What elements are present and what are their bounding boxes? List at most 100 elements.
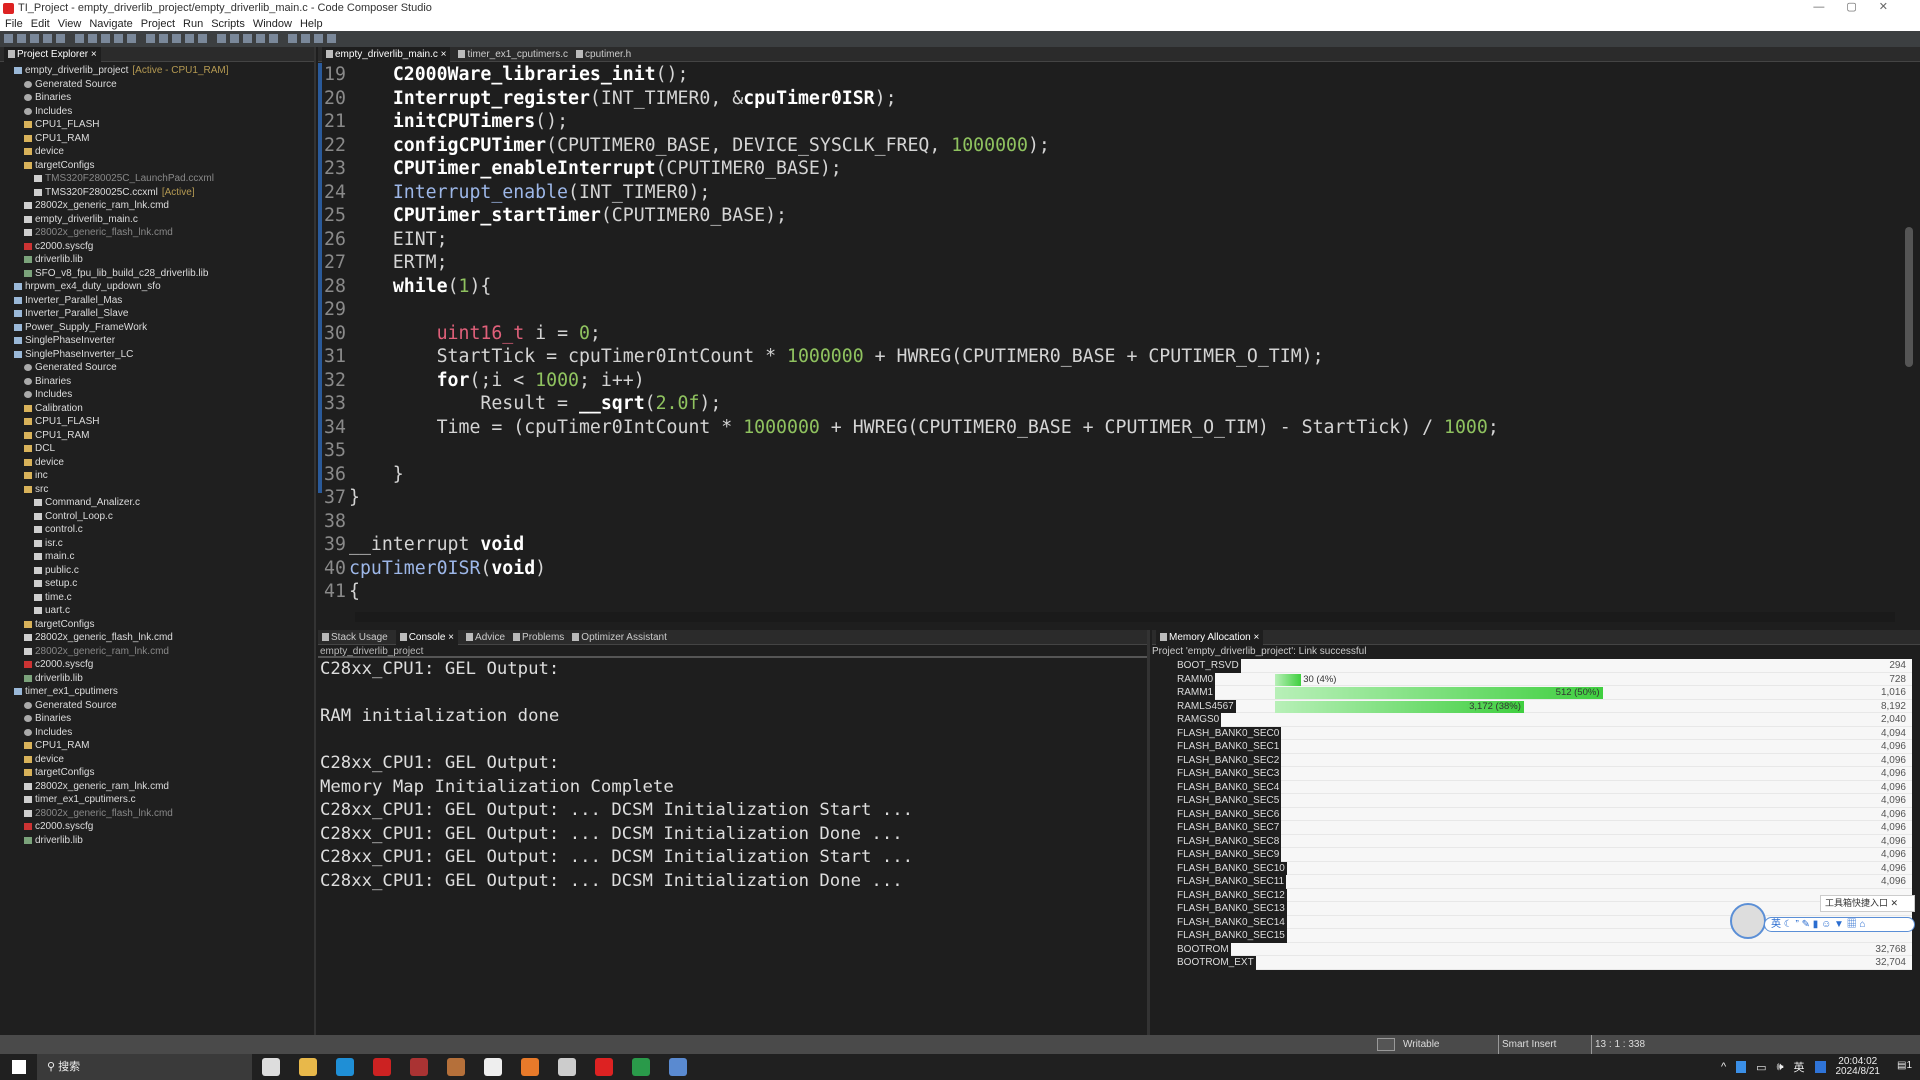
memory-row[interactable]: FLASH_BANK0_SEC2 4,096 [1162, 753, 1912, 767]
tree-item[interactable]: driverlib.lib [0, 672, 314, 686]
tree-item[interactable]: CPU1_RAM [0, 429, 314, 443]
toolbar-button-icon[interactable] [217, 34, 226, 43]
tree-item[interactable]: Includes [0, 105, 314, 119]
tab-advice[interactable]: Advice [466, 630, 505, 645]
tab-optimizer-assistant[interactable]: Optimizer Assistant [572, 630, 667, 645]
menu-item-scripts[interactable]: Scripts [211, 17, 245, 31]
tree-item[interactable]: setup.c [0, 577, 314, 591]
toolbar-button-icon[interactable] [30, 34, 39, 43]
memory-row[interactable]: FLASH_BANK0_SEC10 4,096 [1162, 861, 1912, 875]
toolbar-button-icon[interactable] [88, 34, 97, 43]
memory-row[interactable]: FLASH_BANK0_SEC4 4,096 [1162, 780, 1912, 794]
tab-memory-allocation[interactable]: Memory Allocation × [1156, 629, 1264, 645]
tree-item[interactable]: device [0, 456, 314, 470]
memory-row[interactable]: RAMM1 512 (50%) 1,016 [1162, 686, 1912, 700]
menu-item-view[interactable]: View [58, 17, 82, 31]
network-app-icon[interactable] [632, 1058, 650, 1076]
image-app-icon[interactable] [484, 1058, 502, 1076]
toolbar-button-icon[interactable] [159, 34, 168, 43]
menu-item-edit[interactable]: Edit [31, 17, 50, 31]
tree-item[interactable]: SinglePhaseInverter_LC [0, 348, 314, 362]
menu-item-project[interactable]: Project [141, 17, 175, 31]
tree-item[interactable]: public.c [0, 564, 314, 578]
tree-item[interactable]: targetConfigs [0, 766, 314, 780]
tree-item[interactable]: device [0, 753, 314, 767]
tree-item[interactable]: targetConfigs [0, 618, 314, 632]
toolbar-button-icon[interactable] [198, 34, 207, 43]
tree-item[interactable]: DCL [0, 442, 314, 456]
tree-item[interactable]: Includes [0, 726, 314, 740]
tree-item[interactable]: control.c [0, 523, 314, 537]
memory-row[interactable]: RAMLS4567 3,172 (38%) 8,192 [1162, 699, 1912, 713]
ime-avatar-icon[interactable] [1730, 903, 1766, 939]
tree-item[interactable]: src [0, 483, 314, 497]
toolbar-button-icon[interactable] [243, 34, 252, 43]
windows-start-icon[interactable] [12, 1060, 26, 1074]
task-view-icon[interactable] [262, 1058, 280, 1076]
tree-item[interactable]: Binaries [0, 375, 314, 389]
window-controls[interactable]: —▢✕ [1813, 0, 1910, 13]
tree-item[interactable]: CPU1_FLASH [0, 415, 314, 429]
toolbar-button-icon[interactable] [172, 34, 181, 43]
memory-row[interactable]: FLASH_BANK0_SEC6 4,096 [1162, 807, 1912, 821]
tab-stack-usage[interactable]: Stack Usage [322, 630, 388, 645]
clock[interactable]: 20:04:02 2024/8/21 [1836, 1057, 1881, 1077]
tree-item[interactable]: Binaries [0, 91, 314, 105]
tree-item[interactable]: timer_ex1_cputimers [0, 685, 314, 699]
tree-item[interactable]: Generated Source [0, 361, 314, 375]
tree-item[interactable]: SinglePhaseInverter [0, 334, 314, 348]
code-composer-icon[interactable] [595, 1058, 613, 1076]
bear-app-icon[interactable] [447, 1058, 465, 1076]
toolbar-button-icon[interactable] [101, 34, 110, 43]
tray-app-icon[interactable] [1736, 1061, 1747, 1073]
toolbar-button-icon[interactable] [301, 34, 310, 43]
file-explorer-icon[interactable] [299, 1058, 317, 1076]
toolbar-button-icon[interactable] [256, 34, 265, 43]
menu-item-file[interactable]: File [5, 17, 23, 31]
editor-horizontal-scrollbar[interactable] [355, 612, 1895, 622]
console-output[interactable]: C28xx_CPU1: GEL Output: RAM initializatio… [318, 658, 1147, 893]
toolbar-button-icon[interactable] [4, 34, 13, 43]
network-icon[interactable]: ▭ [1756, 1061, 1766, 1074]
tree-item[interactable]: Binaries [0, 712, 314, 726]
tab-project-explorer[interactable]: Project Explorer × [4, 46, 101, 62]
tree-item[interactable]: uart.c [0, 604, 314, 618]
tree-item[interactable]: Includes [0, 388, 314, 402]
tree-item[interactable]: Command_Analizer.c [0, 496, 314, 510]
memory-row[interactable]: BOOT_RSVD 294 [1162, 659, 1912, 673]
qq-tray-icon[interactable] [1814, 1061, 1826, 1073]
toolbar-button-icon[interactable] [75, 34, 84, 43]
tree-item[interactable]: hrpwm_ex4_duty_updown_sfo [0, 280, 314, 294]
calculator-icon[interactable] [669, 1058, 687, 1076]
tree-item[interactable]: Control_Loop.c [0, 510, 314, 524]
toolbar-button-icon[interactable] [327, 34, 336, 43]
editor-tab[interactable]: empty_driverlib_main.c × [322, 46, 451, 62]
tree-item[interactable]: CPU1_FLASH [0, 118, 314, 132]
memory-row[interactable]: FLASH_BANK0_SEC11 4,096 [1162, 875, 1912, 889]
tree-item[interactable]: SFO_v8_fpu_lib_build_c28_driverlib.lib [0, 267, 314, 281]
memory-row[interactable]: RAMGS0 2,040 [1162, 713, 1912, 727]
menu-item-run[interactable]: Run [183, 17, 203, 31]
tree-item[interactable]: c2000.syscfg [0, 240, 314, 254]
tree-item[interactable]: empty_driverlib_project [Active - CPU1_RA… [0, 64, 314, 78]
toolbar-button-icon[interactable] [17, 34, 26, 43]
tree-item[interactable]: c2000.syscfg [0, 658, 314, 672]
tree-item[interactable]: 28002x_generic_ram_lnk.cmd [0, 645, 314, 659]
tree-item[interactable]: 28002x_generic_flash_lnk.cmd [0, 807, 314, 821]
memory-row[interactable]: FLASH_BANK0_SEC0 4,094 [1162, 726, 1912, 740]
obs-icon[interactable] [558, 1058, 576, 1076]
toolbar-button-icon[interactable] [269, 34, 278, 43]
ime-toolbar-popup[interactable]: 工具箱快捷入口 ✕ 英 ☾ ” ✎ ▮ ☺ ▼ ▦ ⌂ [1730, 895, 1915, 940]
toolbar-button-icon[interactable] [288, 34, 297, 43]
tree-item[interactable]: device [0, 145, 314, 159]
tree-item[interactable]: empty_driverlib_main.c [0, 213, 314, 227]
memory-row[interactable]: FLASH_BANK0_SEC3 4,096 [1162, 767, 1912, 781]
tree-item[interactable]: targetConfigs [0, 159, 314, 173]
tree-item[interactable]: Power_Supply_FrameWork [0, 321, 314, 335]
insert-mode[interactable]: Smart Insert [1498, 1035, 1556, 1054]
tree-item[interactable]: TMS320F280025C_LaunchPad.ccxml [0, 172, 314, 186]
tree-item[interactable]: 28002x_generic_ram_lnk.cmd [0, 199, 314, 213]
memory-row[interactable]: RAMM0 30 (4%) 728 [1162, 672, 1912, 686]
code-area[interactable]: 19 C2000Ware_libraries_init(); 20 Interru… [318, 63, 1898, 603]
close-tab-icon[interactable]: × [445, 632, 454, 643]
